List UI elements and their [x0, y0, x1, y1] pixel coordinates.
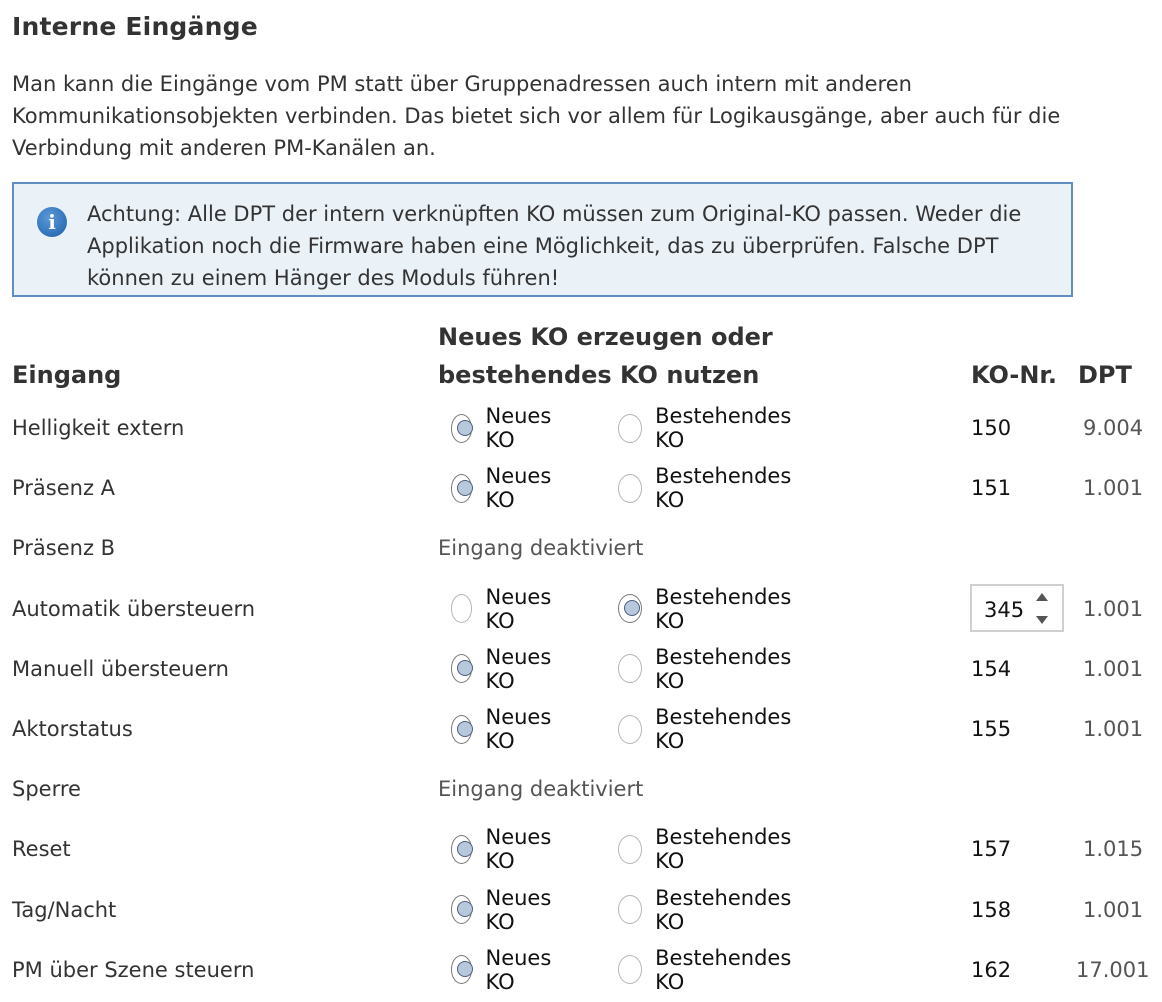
ko-number: 154 — [971, 656, 1012, 681]
option-new-ko[interactable]: Neues KO — [451, 825, 559, 873]
radio-existing-ko[interactable] — [618, 473, 643, 503]
option-existing-ko[interactable]: Bestehendes KO — [618, 585, 796, 633]
option-existing-ko[interactable]: Bestehendes KO — [618, 825, 796, 873]
ko-number-value[interactable]: 345 — [984, 598, 1024, 622]
spin-up-icon[interactable] — [1036, 593, 1048, 601]
radio-new-ko[interactable] — [451, 834, 474, 864]
option-existing-ko[interactable]: Bestehendes KO — [618, 946, 796, 994]
disabled-status: Eingang deaktiviert — [438, 777, 644, 802]
header-dpt: DPT — [1078, 361, 1132, 389]
option-new-ko-label: Neues KO — [485, 584, 552, 633]
dpt-value: 1.001 — [1083, 656, 1144, 681]
header-ko-nr: KO-Nr. — [971, 361, 1057, 389]
radio-existing-ko[interactable] — [618, 413, 643, 443]
option-existing-ko-label: Bestehendes KO — [655, 464, 792, 513]
option-existing-ko-label: Bestehendes KO — [655, 945, 792, 994]
page-description: Man kann die Eingänge vom PM statt über … — [12, 72, 1061, 160]
dpt-value: 1.015 — [1083, 837, 1144, 862]
row-label: Sperre — [12, 777, 81, 802]
dpt-value: 1.001 — [1083, 717, 1144, 741]
radio-existing-ko[interactable] — [618, 654, 643, 684]
row-label: Präsenz B — [12, 536, 116, 561]
ko-number: 155 — [971, 717, 1012, 741]
option-existing-ko-label: Bestehendes KO — [655, 825, 792, 874]
radio-new-ko[interactable] — [451, 955, 474, 985]
option-new-ko-label: Neues KO — [485, 464, 552, 513]
option-new-ko[interactable]: Neues KO — [451, 464, 559, 512]
row-label: PM über Szene steuern — [12, 957, 255, 982]
ko-number: 151 — [971, 476, 1012, 501]
row-label: Manuell übersteuern — [12, 656, 229, 681]
disabled-status: Eingang deaktiviert — [438, 536, 644, 561]
option-new-ko[interactable]: Neues KO — [451, 705, 559, 753]
option-new-ko-label: Neues KO — [485, 885, 552, 934]
dpt-value: 17.001 — [1076, 957, 1150, 982]
option-new-ko[interactable]: Neues KO — [451, 585, 559, 633]
ko-number: 150 — [971, 416, 1012, 440]
ko-number: 158 — [971, 897, 1012, 922]
info-box: i Achtung: Alle DPT der intern verknüpft… — [12, 182, 1073, 297]
option-new-ko[interactable]: Neues KO — [451, 645, 559, 693]
option-existing-ko[interactable]: Bestehendes KO — [618, 404, 796, 452]
option-existing-ko[interactable]: Bestehendes KO — [618, 886, 796, 934]
ko-number: 162 — [971, 957, 1012, 982]
radio-new-ko[interactable] — [451, 714, 474, 744]
option-new-ko-label: Neues KO — [485, 404, 552, 452]
option-new-ko-label: Neues KO — [485, 705, 552, 753]
option-existing-ko[interactable]: Bestehendes KO — [618, 645, 796, 693]
radio-new-ko[interactable] — [451, 594, 473, 624]
dpt-value: 1.001 — [1083, 596, 1144, 621]
option-existing-ko-label: Bestehendes KO — [655, 404, 792, 452]
option-existing-ko-label: Bestehendes KO — [655, 885, 792, 934]
header-choice-line1: Neues KO erzeugen oder — [438, 323, 773, 351]
option-new-ko[interactable]: Neues KO — [451, 946, 559, 994]
radio-existing-ko[interactable] — [618, 955, 643, 985]
option-existing-ko[interactable]: Bestehendes KO — [618, 464, 796, 512]
header-choice-line2: bestehendes KO nutzen — [438, 361, 760, 389]
info-text: Achtung: Alle DPT der intern verknüpften… — [87, 202, 1022, 290]
radio-existing-ko[interactable] — [618, 895, 643, 925]
spin-down-icon[interactable] — [1036, 616, 1048, 624]
row-label: Automatik übersteuern — [12, 596, 256, 621]
option-new-ko-label: Neues KO — [485, 825, 552, 874]
option-new-ko[interactable]: Neues KO — [451, 404, 559, 452]
option-new-ko-label: Neues KO — [485, 644, 552, 693]
dpt-value: 1.001 — [1083, 476, 1144, 501]
radio-new-ko[interactable] — [451, 654, 474, 684]
option-new-ko-label: Neues KO — [485, 945, 552, 994]
ko-number-spinbox[interactable]: 345 — [970, 584, 1064, 632]
row-label: Reset — [12, 837, 71, 862]
radio-existing-ko[interactable] — [618, 714, 643, 744]
header-eingang: Eingang — [12, 361, 122, 389]
radio-new-ko[interactable] — [451, 473, 474, 503]
option-existing-ko-label: Bestehendes KO — [655, 705, 792, 753]
row-label: Präsenz A — [12, 476, 116, 501]
row-label: Aktorstatus — [12, 717, 133, 741]
radio-existing-ko[interactable] — [618, 594, 643, 624]
page-title: Interne Eingänge — [12, 12, 258, 41]
dpt-value: 9.004 — [1083, 416, 1144, 440]
radio-existing-ko[interactable] — [618, 834, 643, 864]
radio-new-ko[interactable] — [451, 413, 474, 443]
info-icon: i — [37, 207, 67, 237]
radio-new-ko[interactable] — [451, 895, 474, 925]
option-existing-ko-label: Bestehendes KO — [655, 644, 792, 693]
row-label: Tag/Nacht — [12, 897, 117, 922]
option-existing-ko-label: Bestehendes KO — [655, 584, 792, 633]
option-new-ko[interactable]: Neues KO — [451, 886, 559, 934]
option-existing-ko[interactable]: Bestehendes KO — [618, 705, 796, 753]
dpt-value: 1.001 — [1083, 897, 1144, 922]
row-label: Helligkeit extern — [12, 416, 185, 440]
ko-number: 157 — [971, 837, 1012, 862]
